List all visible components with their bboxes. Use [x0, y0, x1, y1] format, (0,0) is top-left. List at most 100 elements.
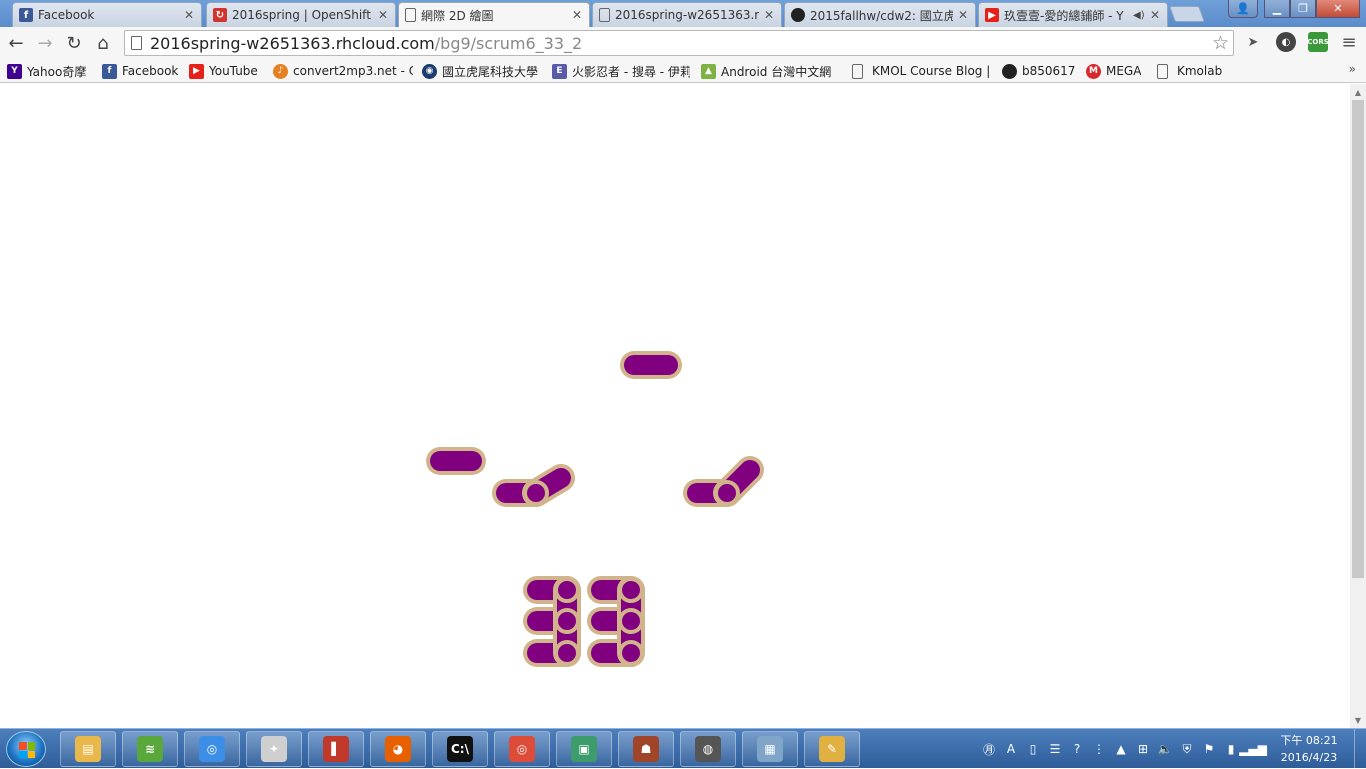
- taskbar-app-chrome-alt[interactable]: ◎: [184, 731, 240, 767]
- page-content: [0, 84, 1350, 728]
- bookmark-label: Facebook: [122, 64, 179, 78]
- network-icon[interactable]: ▂▄▆: [1239, 739, 1267, 759]
- bluestacks-icon: ≋: [137, 736, 163, 762]
- facebook-icon: f: [102, 63, 117, 79]
- maximize-button[interactable]: ❐: [1290, 0, 1316, 18]
- extension-icon[interactable]: ◐: [1276, 32, 1296, 52]
- bookmark-android[interactable]: ▲ Android 台灣中文網: [701, 61, 839, 81]
- taskbar-app-explorer[interactable]: ▤: [60, 731, 116, 767]
- window-icon[interactable]: ▯: [1023, 739, 1043, 759]
- page-icon: [131, 36, 142, 50]
- bookmark-facebook[interactable]: f Facebook: [102, 61, 178, 81]
- bookmark-label: 國立虎尾科技大學: [442, 64, 539, 79]
- bookmark-mega[interactable]: M MEGA: [1086, 61, 1141, 81]
- tab-title: 玖壹壹-愛的總鋪師 - Y: [1004, 8, 1124, 23]
- taskbar-app-notepad[interactable]: ▦: [742, 731, 798, 767]
- taskbar-app-bluestacks[interactable]: ≋: [122, 731, 178, 767]
- bookmark-kmolab[interactable]: Kmolab: [1157, 61, 1222, 81]
- volume-icon[interactable]: 🔈: [1155, 739, 1175, 759]
- start-button[interactable]: [6, 731, 46, 767]
- device-icon[interactable]: ▮: [1221, 739, 1241, 759]
- address-bar[interactable]: 2016spring-w2651363.rhcloud.com/bg9/scru…: [124, 30, 1234, 56]
- bookmark-label: 火影忍者 - 搜尋 - 伊莉: [572, 64, 690, 79]
- reload-button[interactable]: ↻: [61, 30, 87, 56]
- vertical-scrollbar[interactable]: ▲ ▼: [1350, 84, 1366, 728]
- taskbar-app-book[interactable]: ▌: [308, 731, 364, 767]
- paint-icon: ✎: [819, 736, 845, 762]
- taskbar-app-sphere[interactable]: ◍: [680, 731, 736, 767]
- drawing-canvas: [426, 351, 764, 667]
- new-tab-button[interactable]: [1169, 6, 1205, 22]
- facebook-icon: f: [19, 8, 33, 22]
- sphere-icon: ◍: [695, 736, 721, 762]
- system-tray: ㊊ A ▯ ☰ ? ⋮ ▲ ⊞ 🔈 ⛨ ⚑ ▮ ▂▄▆: [978, 733, 1267, 765]
- cursor-extension-icon[interactable]: ➤: [1243, 32, 1263, 52]
- scroll-down-icon[interactable]: ▼: [1350, 713, 1366, 727]
- bookmark-label: YouTube: [209, 64, 258, 78]
- taskbar-app-bunny[interactable]: ✦: [246, 731, 302, 767]
- scroll-up-icon[interactable]: ▲: [1350, 85, 1366, 99]
- tab-youtube[interactable]: ▶ 玖壹壹-愛的總鋪師 - Y ◀) ✕: [978, 2, 1168, 27]
- cmd-icon: C:\: [447, 736, 473, 762]
- cors-extension-icon[interactable]: CORS: [1307, 32, 1329, 52]
- yahoo-icon: Y: [7, 63, 22, 79]
- bookmark-star-icon[interactable]: ☆: [1212, 32, 1229, 54]
- tab-2d-drawing[interactable]: 網際 2D 繪圖 ✕: [398, 2, 590, 27]
- explorer-icon: ▤: [75, 736, 101, 762]
- mega-icon: M: [1086, 63, 1101, 79]
- tab-title: 2016spring | OpenShift C: [232, 8, 373, 22]
- tab-openshift[interactable]: ↻ 2016spring | OpenShift C ✕: [206, 2, 396, 27]
- tab-github[interactable]: 2015fallhw/cdw2: 國立虎 ✕: [784, 2, 976, 27]
- clock[interactable]: 下午 08:21 2016/4/23: [1274, 732, 1344, 766]
- eyny-icon: E: [552, 63, 567, 79]
- tab-facebook[interactable]: f Facebook ✕: [12, 2, 202, 27]
- show-desktop-button[interactable]: [1354, 729, 1366, 769]
- bookmark-yahoo[interactable]: Y Yahoo奇摩: [7, 61, 86, 81]
- menu-list-icon[interactable]: ☰: [1045, 739, 1065, 759]
- close-icon[interactable]: ✕: [957, 8, 969, 22]
- digit-three-left-joint-2: [554, 640, 580, 666]
- bookmark-b850617[interactable]: b850617: [1002, 61, 1075, 81]
- bookmark-naruto[interactable]: E 火影忍者 - 搜尋 - 伊莉: [552, 61, 690, 81]
- forward-button[interactable]: →: [32, 30, 58, 56]
- help-icon[interactable]: ?: [1067, 739, 1087, 759]
- security-icon[interactable]: ⛨: [1177, 739, 1197, 759]
- windows-icon[interactable]: ⊞: [1133, 739, 1153, 759]
- scroll-thumb[interactable]: [1352, 100, 1364, 578]
- close-icon[interactable]: ✕: [183, 8, 195, 22]
- taskbar-app-chrome[interactable]: ◎: [494, 731, 550, 767]
- font-icon[interactable]: A: [1001, 739, 1021, 759]
- openshift-icon: ↻: [213, 8, 227, 22]
- bookmark-label: convert2mp3.net - C: [293, 64, 413, 78]
- taskbar-app-firefox[interactable]: ◕: [370, 731, 426, 767]
- options-icon[interactable]: ⋮: [1089, 739, 1109, 759]
- firefox-icon: ◕: [385, 736, 411, 762]
- bookmark-kmol-blog[interactable]: KMOL Course Blog |: [852, 61, 990, 81]
- close-window-button[interactable]: ✕: [1316, 0, 1360, 18]
- show-hidden-icons-icon[interactable]: ▲: [1111, 739, 1131, 759]
- ime-icon[interactable]: ㊊: [979, 739, 999, 759]
- close-icon[interactable]: ✕: [571, 8, 583, 22]
- bookmark-nfu[interactable]: ◉ 國立虎尾科技大學: [422, 61, 538, 81]
- chrome-alt-icon: ◎: [199, 736, 225, 762]
- bookmark-youtube[interactable]: ▶ YouTube: [189, 61, 258, 81]
- taskbar-app-monitor[interactable]: ▣: [556, 731, 612, 767]
- bookmark-convert2mp3[interactable]: ♪ convert2mp3.net - C: [273, 61, 413, 81]
- bunny-icon: ✦: [261, 736, 287, 762]
- home-button[interactable]: ⌂: [90, 30, 116, 56]
- back-button[interactable]: ←: [3, 30, 29, 56]
- tab-rhcloud[interactable]: 2016spring-w2651363.rh ✕: [592, 2, 782, 27]
- github-icon: [791, 8, 805, 22]
- taskbar-app-paint[interactable]: ✎: [804, 731, 860, 767]
- taskbar-app-cmd[interactable]: C:\: [432, 731, 488, 767]
- user-icon[interactable]: 👤: [1228, 0, 1258, 18]
- close-icon[interactable]: ✕: [377, 8, 389, 22]
- more-bookmarks-button[interactable]: »: [1349, 62, 1356, 76]
- bookmark-label: KMOL Course Blog |: [872, 64, 990, 78]
- taskbar-app-tiger[interactable]: ☗: [618, 731, 674, 767]
- menu-icon[interactable]: ≡: [1339, 32, 1359, 53]
- flag-icon[interactable]: ⚑: [1199, 739, 1219, 759]
- close-icon[interactable]: ✕: [763, 8, 775, 22]
- close-icon[interactable]: ✕: [1149, 8, 1161, 22]
- minimize-button[interactable]: ▁: [1264, 0, 1290, 18]
